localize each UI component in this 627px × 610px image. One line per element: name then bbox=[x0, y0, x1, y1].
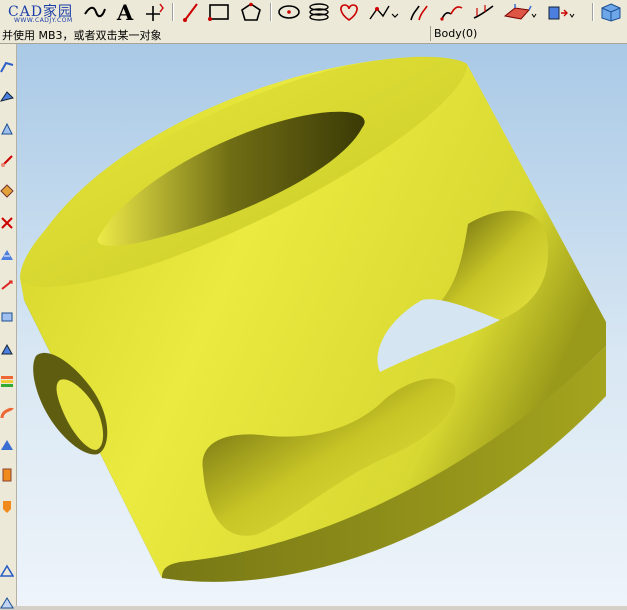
curve-edit-icon[interactable] bbox=[366, 1, 400, 23]
3d-part-model[interactable] bbox=[17, 44, 627, 606]
stripe-tool-icon[interactable] bbox=[0, 374, 14, 388]
logo-url: WWW.CADJY.COM bbox=[14, 17, 73, 24]
surface-tool-icon[interactable] bbox=[0, 90, 14, 104]
status-bar: 并使用 MB3，或者双击某一对象 Body(0) bbox=[0, 26, 627, 44]
toolbar-separator bbox=[592, 3, 593, 21]
view-cube-icon[interactable] bbox=[598, 1, 624, 23]
graphics-viewport[interactable] bbox=[17, 44, 627, 606]
cad-logo: CAD家园 WWW.CADJY.COM bbox=[2, 1, 80, 25]
text-tool-button[interactable]: A bbox=[112, 0, 138, 25]
flip-tool-icon[interactable] bbox=[0, 248, 14, 262]
helix-icon[interactable] bbox=[306, 1, 332, 23]
project-curve-icon[interactable] bbox=[470, 1, 498, 23]
thicken-tool-icon[interactable] bbox=[0, 342, 14, 356]
edit-tool-icon[interactable] bbox=[0, 154, 14, 168]
analysis-tool-icon[interactable] bbox=[0, 596, 14, 610]
rectangle-icon[interactable] bbox=[206, 1, 232, 23]
toolbar-separator bbox=[270, 3, 271, 21]
trim-tool-icon[interactable] bbox=[0, 216, 14, 230]
mesh-tool-icon[interactable] bbox=[0, 122, 14, 136]
bridge-curve-icon[interactable] bbox=[438, 1, 466, 23]
heart-curve-icon[interactable] bbox=[336, 1, 362, 23]
toolbar-separator bbox=[172, 3, 173, 21]
ruled-surface-icon[interactable] bbox=[0, 500, 14, 514]
blend-tool-icon[interactable] bbox=[0, 406, 14, 420]
line-icon[interactable] bbox=[178, 1, 204, 23]
point-icon[interactable] bbox=[142, 1, 166, 23]
prompt-text: 并使用 MB3，或者双击某一对象 bbox=[2, 29, 162, 42]
check-geometry-icon[interactable] bbox=[0, 564, 14, 578]
extend-tool-icon[interactable] bbox=[0, 278, 14, 292]
surface-icon[interactable] bbox=[502, 1, 538, 23]
selection-body-field[interactable]: Body(0) bbox=[430, 26, 627, 41]
main-toolbar: CAD家园 WWW.CADJY.COM A bbox=[0, 0, 627, 27]
orange-surface-icon[interactable] bbox=[0, 468, 14, 482]
polygon-icon[interactable] bbox=[238, 1, 264, 23]
sweep-tool-icon[interactable] bbox=[0, 438, 14, 452]
sew-tool-icon[interactable] bbox=[0, 184, 14, 198]
left-toolbar bbox=[0, 44, 17, 609]
ellipse-icon[interactable] bbox=[276, 1, 302, 23]
offset-curve-icon[interactable] bbox=[406, 1, 434, 23]
curve-tool-icon[interactable] bbox=[0, 60, 14, 74]
spline-icon[interactable] bbox=[82, 1, 108, 23]
extrude-icon[interactable] bbox=[544, 1, 578, 23]
offset-surface-icon[interactable] bbox=[0, 310, 14, 324]
